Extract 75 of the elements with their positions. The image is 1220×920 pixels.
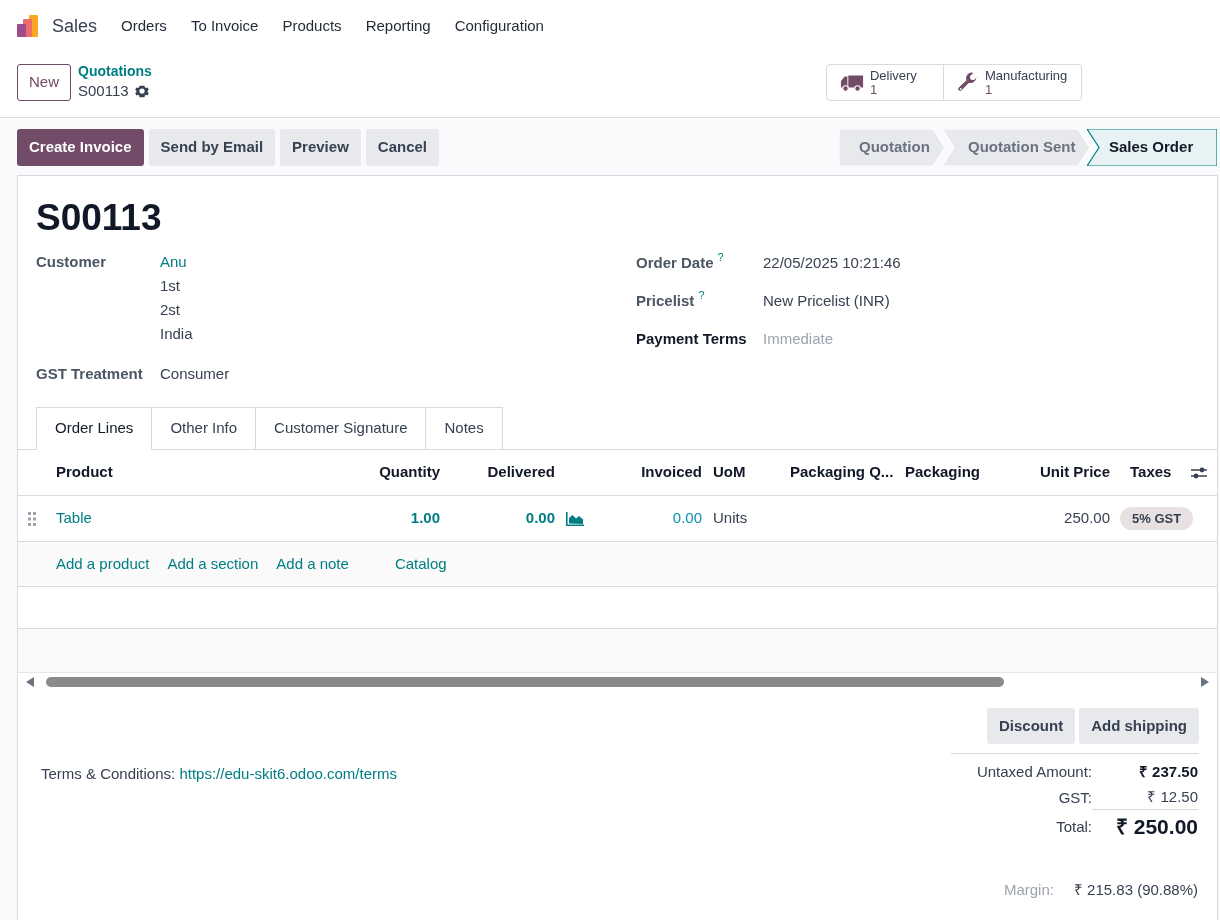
record-name: S00113 — [78, 81, 129, 100]
field-label: Customer — [36, 252, 107, 272]
product-link[interactable]: Table — [56, 509, 92, 527]
total-value: ₹ 250.00 — [1115, 815, 1198, 839]
table-cell: 1.00 — [410, 509, 440, 527]
column-header[interactable]: Delivered — [487, 463, 555, 481]
action-button[interactable]: Send by Email — [148, 128, 276, 166]
column-header[interactable]: Packaging — [905, 463, 981, 481]
column-header[interactable]: Quantity — [379, 463, 440, 481]
action-button[interactable]: Create Invoice — [17, 128, 144, 166]
table-cell: 250.00 — [1064, 509, 1110, 527]
help-tooltip[interactable]: ? — [717, 251, 724, 263]
scroll-right-icon[interactable] — [1201, 677, 1209, 687]
status-stage[interactable]: Quotation — [839, 128, 945, 166]
table-cell-text: 0.00 — [525, 508, 555, 529]
secondary-button[interactable]: Discount — [987, 708, 1076, 744]
menu-item[interactable]: Reporting — [365, 14, 431, 38]
menu-item[interactable]: To Invoice — [190, 14, 259, 38]
margin-value: ₹ 215.83 (90.88%) — [1073, 880, 1198, 900]
column-header[interactable]: Taxes — [1130, 463, 1172, 481]
status-stage[interactable]: Sales Order — [1087, 128, 1217, 166]
column-header[interactable]: Packaging Q... — [790, 463, 894, 481]
column-header[interactable]: Invoiced — [641, 463, 702, 481]
terms-text: Terms & Conditions: https://edu-skit6.odoo.com/terms — [41, 764, 398, 784]
table-cell: Units — [713, 509, 748, 527]
field-value: Consumer — [160, 364, 230, 384]
total-label: Untaxed Amount: — [976, 761, 1092, 782]
add-line-link[interactable]: Add a product — [56, 552, 150, 576]
help-tooltip[interactable]: ? — [698, 289, 705, 301]
scroll-left-icon[interactable] — [26, 677, 34, 687]
settings-icon[interactable] — [134, 83, 149, 98]
field-label: GST Treatment — [36, 364, 144, 384]
margin-label: Margin: — [1003, 880, 1054, 900]
field-value[interactable]: 22/05/2025 10:21:46 — [763, 251, 901, 275]
address-line: India — [160, 324, 193, 344]
terms-link[interactable]: https://edu-skit6.odoo.com/terms — [179, 765, 397, 782]
area-chart-icon[interactable] — [565, 510, 585, 527]
field-label: Payment Terms — [636, 329, 747, 349]
status-stage[interactable]: Quotation Sent — [942, 128, 1090, 166]
tax-tag[interactable]: 5% GST — [1120, 506, 1194, 531]
column-header[interactable]: Unit Price — [1039, 463, 1110, 481]
table-cell: 0.00 — [672, 509, 702, 527]
drag-handle-icon[interactable] — [28, 511, 36, 526]
new-button[interactable]: New — [17, 64, 71, 101]
tab[interactable]: Notes — [425, 407, 503, 450]
column-header[interactable]: UoM — [713, 463, 746, 481]
add-line-link[interactable]: Catalog — [394, 552, 447, 576]
field-value[interactable]: New Pricelist (INR) — [763, 289, 890, 313]
action-button[interactable]: Cancel — [365, 128, 439, 166]
menu-item[interactable]: Products — [282, 14, 342, 38]
address-line: 2st — [160, 300, 181, 320]
total-value: ₹ 12.50 — [1147, 787, 1198, 805]
tab[interactable]: Order Lines — [36, 407, 153, 450]
address-line: 1st — [160, 276, 181, 296]
customer-link[interactable]: Anu — [160, 250, 193, 274]
input-field[interactable]: Immediate — [763, 327, 1063, 351]
add-line-link[interactable]: Add a note — [276, 552, 349, 576]
add-line-link[interactable]: Add a section — [167, 552, 259, 576]
record-title: S00113 — [35, 196, 163, 240]
app-name[interactable]: Sales — [52, 12, 98, 40]
smart-button[interactable]: Manufacturing 1 — [942, 65, 1081, 100]
tab[interactable]: Other Info — [151, 407, 257, 450]
wrench-icon — [956, 71, 979, 94]
column-header[interactable]: Product — [56, 463, 113, 481]
menu-item[interactable]: Orders — [121, 14, 167, 38]
total-value: ₹ 237.50 — [1138, 762, 1198, 780]
breadcrumb-link[interactable]: Quotations — [78, 62, 152, 81]
total-label: GST: — [1058, 787, 1092, 808]
total-label: Total: — [1056, 816, 1092, 837]
secondary-button[interactable]: Add shipping — [1079, 708, 1199, 744]
menu-item[interactable]: Configuration — [454, 14, 544, 38]
field-label: Pricelist — [636, 291, 695, 311]
action-button[interactable]: Preview — [280, 128, 361, 166]
smart-button[interactable]: Delivery 1 — [826, 65, 943, 100]
field-label: Order Date — [636, 253, 714, 273]
